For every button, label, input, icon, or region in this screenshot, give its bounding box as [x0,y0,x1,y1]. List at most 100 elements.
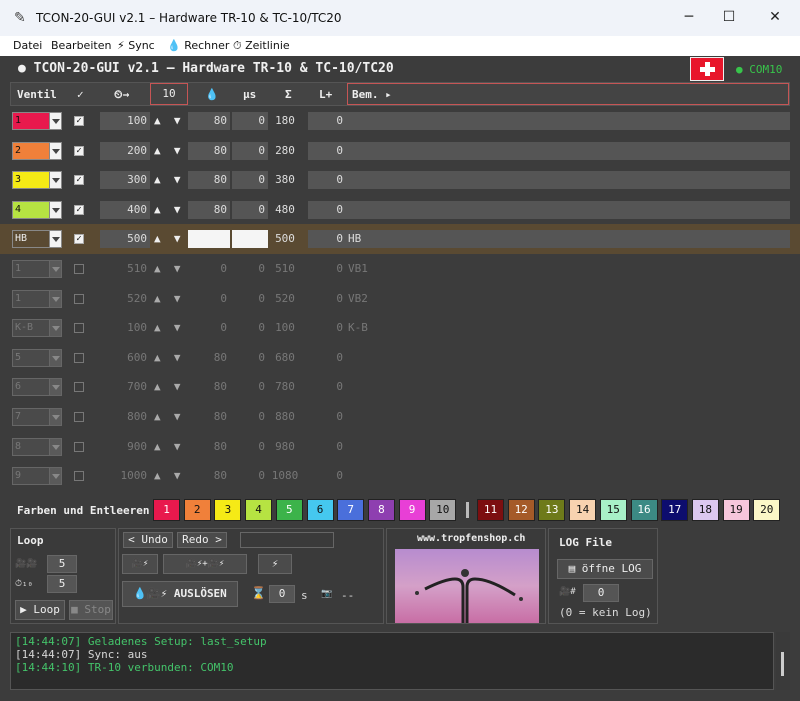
lplus-input[interactable]: 0 [308,378,346,396]
remark-input[interactable] [346,438,790,456]
duration-input[interactable]: 80 [188,200,230,219]
valve-enable-checkbox[interactable]: ✓ [74,204,84,215]
menu-bearbeiten[interactable]: Bearbeiten [51,39,111,52]
lplus-input[interactable]: 0 [308,230,346,249]
valve-enable-checkbox[interactable] [74,471,84,482]
color-button-4[interactable]: 4 [245,499,273,521]
valve-select[interactable]: K-B [12,319,62,338]
start-time-stepper[interactable]: ▲ ▼ [154,319,184,337]
remark-input[interactable] [346,200,790,219]
duration-input[interactable]: 80 [188,349,230,367]
fire-button[interactable]: 💧🎥⚡ AUSLÖSEN [122,581,238,607]
timer-seconds[interactable]: 0 [269,585,295,603]
valve-enable-checkbox[interactable] [74,323,84,334]
duration-input[interactable]: 0 [188,290,230,308]
color-button-12[interactable]: 12 [507,499,535,521]
color-button-16[interactable]: 16 [630,499,658,521]
chevron-down-icon[interactable] [49,468,61,485]
stop-button[interactable]: ■ Stop [69,600,113,620]
loop-button[interactable]: ▶ Loop [15,600,65,620]
duration-input[interactable]: 0 [188,260,230,278]
color-button-20[interactable]: 20 [753,499,781,521]
duration-input[interactable]: 80 [188,112,230,130]
loop-delay-input[interactable]: 5 [47,575,77,593]
maximize-button[interactable]: ☐ [716,6,742,28]
remark-input[interactable]: HB [346,230,790,249]
remark-input[interactable]: K-B [346,319,790,337]
chevron-down-icon[interactable] [49,290,61,307]
microsecond-input[interactable]: 0 [232,112,268,130]
lplus-input[interactable]: 0 [308,200,346,219]
start-time-input[interactable]: 400 [100,200,150,219]
color-button-18[interactable]: 18 [691,499,719,521]
microsecond-input[interactable]: 0 [232,171,268,190]
valve-enable-checkbox[interactable] [74,264,84,274]
start-time-input[interactable]: 200 [100,141,150,160]
lplus-input[interactable]: 0 [308,141,346,160]
swiss-flag-icon[interactable] [690,57,724,81]
chevron-down-icon[interactable] [49,231,61,248]
valve-enable-checkbox[interactable]: ✓ [74,145,84,156]
start-time-stepper[interactable]: ▲ ▼ [154,201,184,219]
microsecond-input[interactable]: 0 [232,467,268,485]
lplus-input[interactable]: 0 [308,349,346,367]
color-button-3[interactable]: 3 [214,499,242,521]
valve-enable-checkbox[interactable]: ✓ [74,175,84,186]
remark-input[interactable] [346,467,790,485]
color-button-6[interactable]: 6 [306,499,334,521]
col-bem[interactable]: Bem. ▸ [347,83,789,105]
valve-select[interactable]: 1 [12,260,62,278]
redo-button[interactable]: Redo > [177,532,227,548]
color-button-15[interactable]: 15 [599,499,627,521]
microsecond-input[interactable]: 0 [232,141,268,160]
remark-input[interactable] [346,378,790,396]
minimize-button[interactable]: ─ [676,6,702,28]
valve-enable-checkbox[interactable] [74,412,84,422]
chevron-down-icon[interactable] [49,113,61,129]
chevron-down-icon[interactable] [49,349,61,366]
start-time-stepper[interactable]: ▲ ▼ [154,378,184,396]
color-button-9[interactable]: 9 [398,499,426,521]
valve-enable-checkbox[interactable] [74,293,84,304]
log-scrollbar[interactable] [776,632,790,690]
duration-input[interactable]: 80 [188,408,230,426]
chevron-down-icon[interactable] [49,379,61,396]
loop-count-input[interactable]: 5 [47,555,77,573]
lplus-input[interactable]: 0 [308,260,346,278]
start-time-input[interactable]: 1000 [100,467,150,485]
start-time-stepper[interactable]: ▲ ▼ [154,171,184,189]
lplus-input[interactable]: 0 [308,112,346,130]
start-time-stepper[interactable]: ▲ ▼ [154,260,184,278]
drop-photo[interactable] [395,549,539,623]
undo-button[interactable]: < Undo [123,532,173,548]
microsecond-input[interactable]: 0 [232,408,268,426]
valve-select[interactable]: 3 [12,171,62,190]
start-time-input[interactable]: 900 [100,438,150,456]
color-button-17[interactable]: 17 [661,499,689,521]
microsecond-input[interactable]: 0 [232,378,268,396]
double-flash-button[interactable]: 🎥⚡+🎥⚡ [163,554,247,574]
color-button-13[interactable]: 13 [538,499,566,521]
start-time-input[interactable]: 100 [100,319,150,337]
color-button-1[interactable]: 1 [153,499,180,521]
valve-select[interactable]: 2 [12,141,62,160]
valve-select[interactable]: 4 [12,200,62,219]
lplus-input[interactable]: 0 [308,171,346,190]
valve-select[interactable]: 1 [12,289,62,308]
microsecond-input[interactable]: 0 [232,260,268,278]
chevron-down-icon[interactable] [49,261,61,277]
start-time-input[interactable]: 100 [100,112,150,130]
valve-enable-checkbox[interactable] [74,441,84,452]
lplus-input[interactable]: 0 [308,467,346,485]
valve-select[interactable]: 5 [12,348,62,367]
microsecond-input[interactable]: 0 [232,200,268,219]
valve-select[interactable]: 1 [12,112,62,130]
valve-select[interactable]: 8 [12,437,62,456]
start-time-stepper[interactable]: ▲ ▼ [154,408,184,426]
chevron-down-icon[interactable] [49,201,61,218]
color-button-2[interactable]: 2 [183,499,211,521]
duration-input[interactable]: 0 [188,319,230,337]
duration-input[interactable]: 80 [188,378,230,396]
valve-select[interactable]: HB [12,230,62,249]
color-button-5[interactable]: 5 [275,499,303,521]
